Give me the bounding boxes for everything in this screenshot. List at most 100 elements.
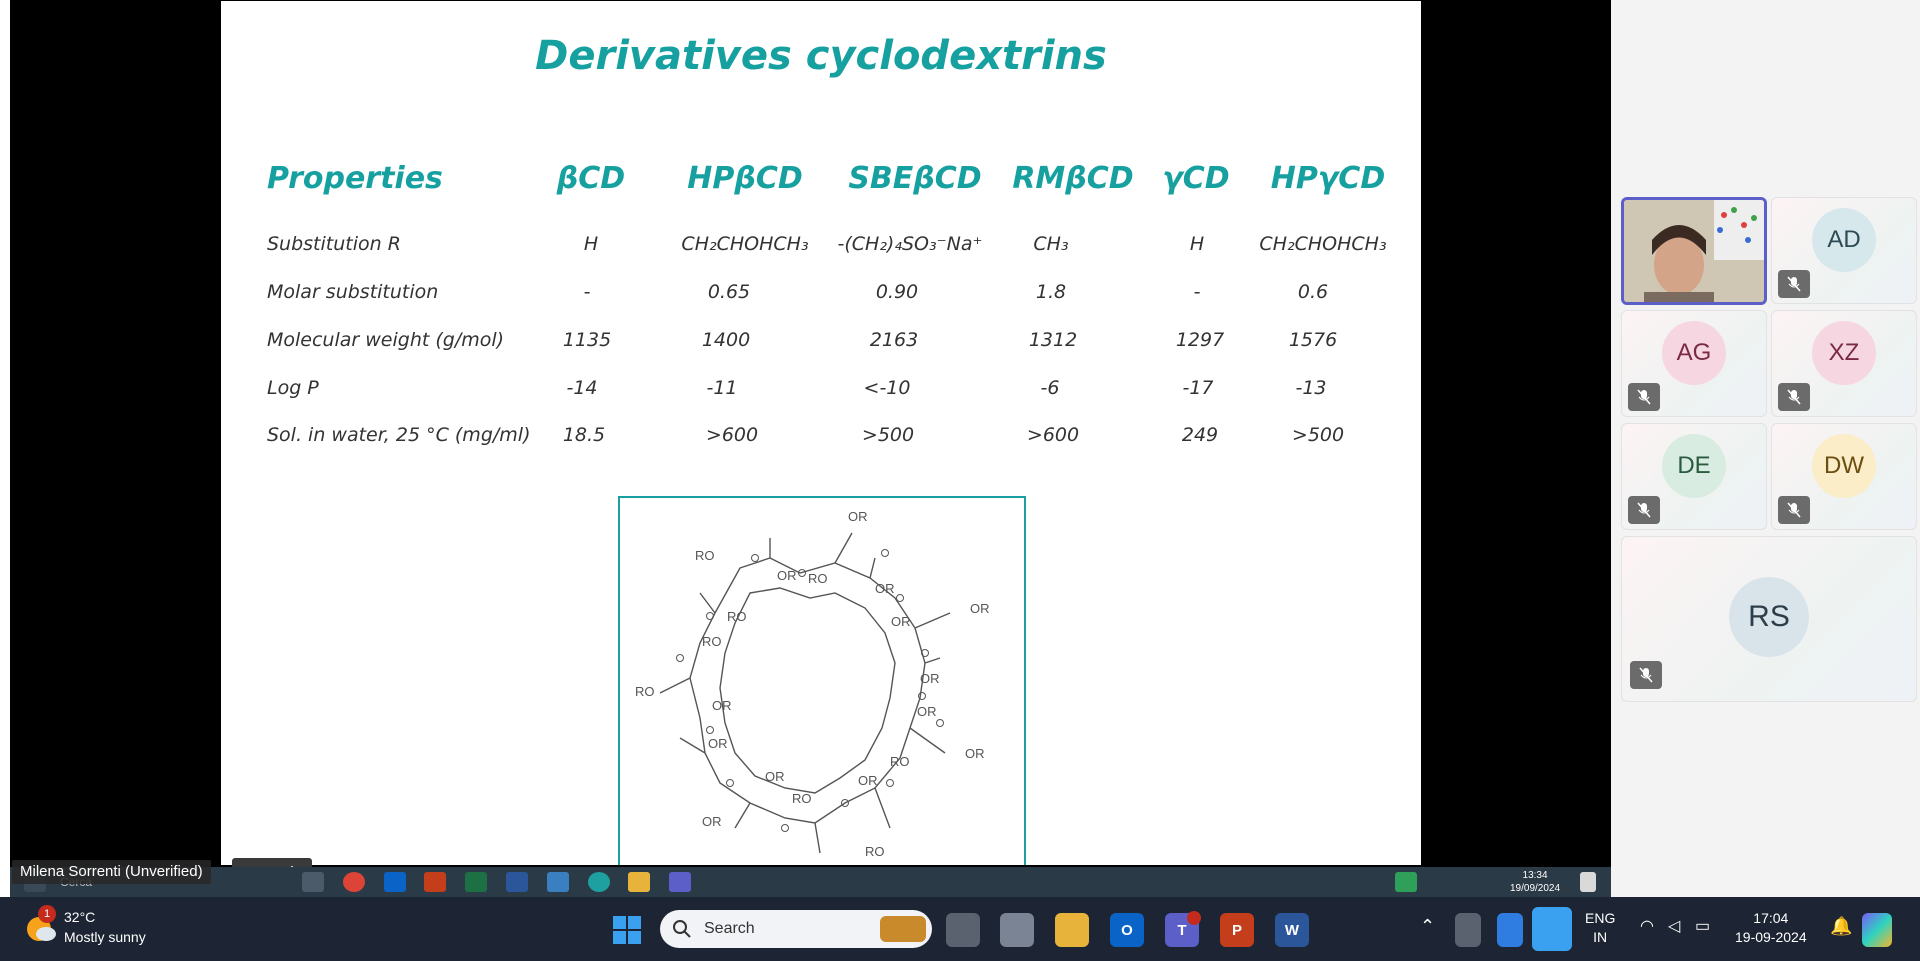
column-header: HPγCD — [1270, 161, 1386, 196]
cyclodextrin-structure-svg: OR RO OR RO OR OR RO OR RO OR RO OR OR O… — [635, 509, 990, 859]
diagram-label: OR — [765, 769, 785, 784]
meeting-stage: Derivatives cyclodextrins Properties βCD… — [0, 0, 1920, 897]
shared-time: 13:34 — [1522, 870, 1548, 881]
participant-tile-rs[interactable]: RS — [1621, 536, 1917, 702]
table-cell: -6 — [1040, 377, 1060, 399]
powerpoint-button[interactable]: P — [1220, 913, 1254, 947]
diagram-label: RO — [808, 571, 828, 586]
diagram-label: RO — [792, 791, 812, 806]
teams-icon — [669, 872, 691, 892]
column-header: RMβCD — [1012, 161, 1134, 196]
diagram-label: OR — [920, 671, 940, 686]
cloud-error-icon[interactable] — [1455, 913, 1481, 947]
excel-icon — [465, 872, 487, 892]
microphone-icon[interactable] — [1532, 907, 1572, 951]
volume-icon[interactable]: ◁ — [1668, 917, 1680, 936]
table-cell: 1.8 — [1035, 281, 1067, 303]
chrome-icon — [343, 872, 365, 892]
battery-icon[interactable]: ▭ — [1695, 917, 1710, 936]
file-explorer-icon — [628, 872, 650, 892]
language-line-1: ENG — [1585, 910, 1616, 926]
mic-muted-icon-glyph — [1639, 667, 1653, 683]
table-cell: 1400 — [701, 329, 751, 351]
avatar-ag: AG — [1662, 321, 1726, 385]
table-cell: 18.5 — [562, 424, 606, 446]
diagram-label: OR — [848, 509, 868, 524]
calculator-icon[interactable] — [1000, 913, 1034, 947]
system-clock[interactable]: 17:04 19-09-2024 — [1735, 909, 1807, 947]
column-header: βCD — [556, 161, 626, 196]
onedrive-icon[interactable] — [1497, 913, 1523, 947]
clock-date: 19-09-2024 — [1735, 929, 1807, 945]
teams-notification-dot — [1187, 911, 1201, 925]
diagram-label: OR — [777, 568, 797, 583]
participant-tile-xz[interactable]: XZ — [1771, 310, 1917, 417]
table-cell: - — [583, 281, 591, 303]
diagram-label: OR — [708, 736, 728, 751]
slide-title: Derivatives cyclodextrins — [535, 33, 1107, 79]
table-cell: CH₃ — [1033, 233, 1069, 255]
column-header: HPβCD — [687, 161, 803, 196]
table-cell: 0.65 — [707, 281, 751, 303]
shared-clock: 13:34 19/09/2024 — [1510, 869, 1560, 895]
participant-tile-self-video[interactable] — [1621, 197, 1767, 305]
windows-logo-icon — [613, 916, 641, 944]
presenter-name-tag: Milena Sorrenti (Unverified) — [12, 860, 211, 884]
table-cell: H — [1189, 233, 1205, 255]
table-cell: 0.90 — [875, 281, 919, 303]
weather-desc: Mostly sunny — [64, 929, 146, 945]
participant-tile-ad[interactable]: AD — [1771, 197, 1917, 304]
table-cell: CH₂CHOHCH₃ — [681, 233, 809, 255]
table-cell: - — [1193, 281, 1201, 303]
diagram-label: OR — [875, 581, 895, 596]
search-icon — [673, 920, 691, 938]
diagram-label: RO — [727, 609, 747, 624]
row-label: Molecular weight (g/mol) — [267, 329, 505, 351]
table-cell: 1312 — [1028, 329, 1078, 351]
avatar-rs: RS — [1729, 577, 1809, 657]
powerpoint-icon — [424, 872, 446, 892]
diagram-label: RO — [890, 754, 910, 769]
file-explorer-button[interactable] — [1055, 913, 1089, 947]
table-cell: 1135 — [562, 329, 612, 351]
video-feed-icon — [1624, 200, 1764, 302]
row-label: Molar substitution — [267, 281, 439, 303]
edge-icon — [588, 872, 610, 892]
cyclodextrin-structure-diagram: OR RO OR RO OR OR RO OR RO OR RO OR OR O… — [618, 496, 1026, 865]
participant-tile-ag[interactable]: AG — [1621, 310, 1767, 417]
screen-share-area: Derivatives cyclodextrins Properties βCD… — [10, 0, 1611, 897]
wifi-icon[interactable]: ◠ — [1640, 917, 1654, 936]
column-header: γCD — [1162, 161, 1230, 196]
language-indicator[interactable]: ENG IN — [1585, 909, 1615, 947]
table-cell: H — [583, 233, 599, 255]
shared-screen-taskbar: Cerca 13:34 19/09/2024 — [10, 867, 1611, 897]
outlook-button[interactable]: O — [1110, 913, 1144, 947]
network-chart-icon — [1395, 872, 1417, 892]
windows-taskbar: 1 32°C Mostly sunny Search O T P W ⌃ ENG… — [0, 897, 1920, 961]
presentation-slide: Derivatives cyclodextrins Properties βCD… — [221, 1, 1421, 865]
shared-date: 19/09/2024 — [1510, 883, 1561, 894]
avatar-xz: XZ — [1812, 321, 1876, 385]
table-cell: >500 — [1291, 424, 1345, 446]
participant-tile-de[interactable]: DE — [1621, 423, 1767, 530]
mic-muted-icon — [1778, 270, 1810, 298]
table-cell: CH₂CHOHCH₃ — [1259, 233, 1387, 255]
app-icon — [547, 872, 569, 892]
row-label: Log P — [267, 377, 319, 399]
word-button[interactable]: W — [1275, 913, 1309, 947]
windows-start-button[interactable] — [610, 913, 644, 947]
properties-table: Substitution R H CH₂CHOHCH₃ -(CH₂)₄SO₃⁻N… — [221, 233, 1421, 493]
show-hidden-icons-chevron-icon[interactable]: ⌃ — [1420, 917, 1435, 936]
copilot-icon[interactable] — [1862, 913, 1892, 947]
table-cell: >600 — [1026, 424, 1080, 446]
weather-badge: 1 — [38, 905, 56, 923]
table-cell: -11 — [706, 377, 738, 399]
notification-bell-icon[interactable]: 🔔 — [1830, 917, 1852, 936]
table-cell: >600 — [705, 424, 759, 446]
participants-gallery: AD AG XZ DE DW RS — [1611, 0, 1920, 897]
task-view-button[interactable] — [946, 913, 980, 947]
taskbar-search-box[interactable]: Search — [660, 910, 932, 948]
weather-widget[interactable]: 1 32°C Mostly sunny — [24, 905, 174, 949]
participant-tile-dw[interactable]: DW — [1771, 423, 1917, 530]
table-cell: <-10 — [863, 377, 911, 399]
